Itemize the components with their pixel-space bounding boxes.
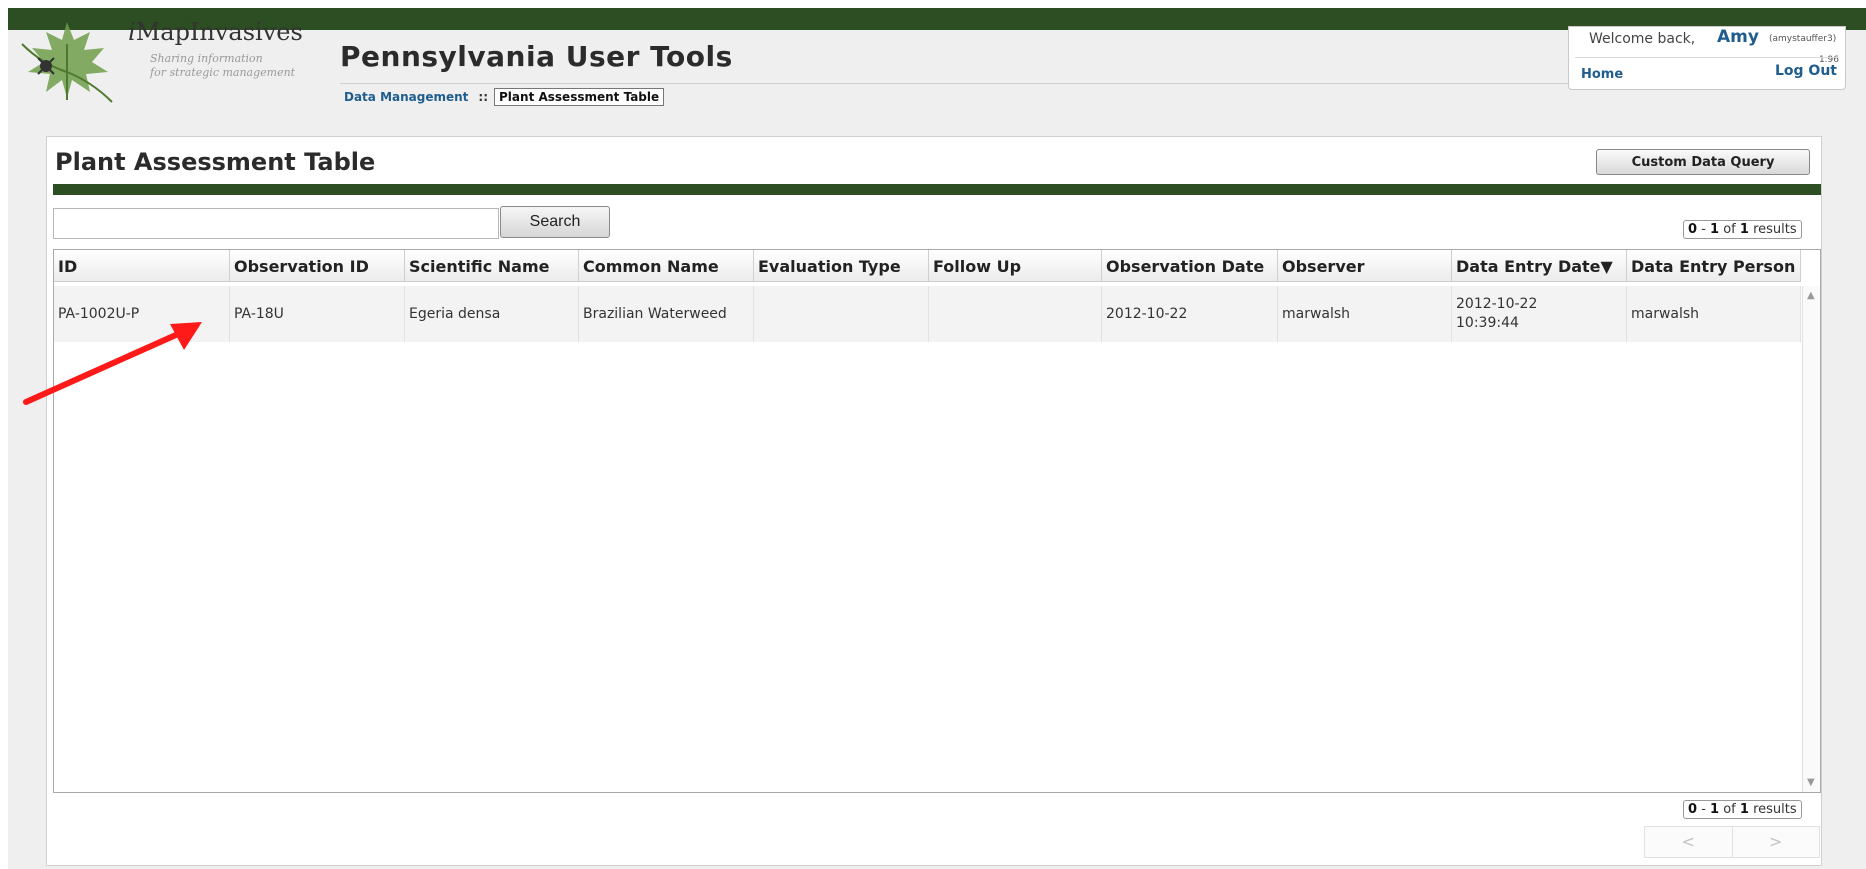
pager: < > [1644, 826, 1820, 858]
user-first-name: Amy [1717, 27, 1759, 47]
scroll-up-icon[interactable]: ▲ [1807, 290, 1815, 301]
home-link[interactable]: Home [1581, 67, 1623, 82]
page-title: Plant Assessment Table [55, 148, 376, 176]
red-arrow-annotation-icon [23, 322, 202, 405]
results-of: of [1723, 222, 1736, 237]
results-suffix: results [1753, 222, 1797, 237]
cell-data-entry-person: marwalsh [1627, 286, 1801, 342]
logo-name[interactable]: iMapInvasives [128, 18, 303, 46]
column-header-id[interactable]: ID [54, 250, 230, 282]
breadcrumb-data-management[interactable]: Data Management [344, 90, 468, 104]
grid-scrollbar[interactable]: ▲ ▼ [1802, 286, 1820, 792]
table-row[interactable]: PA-1002U-P PA-18U Egeria densa Brazilian… [54, 286, 1801, 342]
tagline-line1: Sharing information [150, 52, 263, 65]
results-count-top: 0 - 1 of 1 results [1683, 220, 1802, 239]
search-input[interactable] [53, 208, 499, 239]
results-end: 1 [1710, 802, 1720, 817]
results-dash: - [1701, 802, 1706, 817]
cell-evaluation-type [754, 286, 929, 342]
cell-follow-up [929, 286, 1102, 342]
column-header-scientific-name[interactable]: Scientific Name [405, 250, 579, 282]
custom-data-query-button[interactable]: Custom Data Query [1596, 149, 1810, 175]
results-of: of [1723, 802, 1736, 817]
column-header-common-name[interactable]: Common Name [579, 250, 754, 282]
column-header-follow-up[interactable]: Follow Up [929, 250, 1102, 282]
column-header-observation-id[interactable]: Observation ID [230, 250, 405, 282]
results-start: 0 [1688, 802, 1698, 817]
cell-observation-id[interactable]: PA-18U [230, 286, 405, 342]
breadcrumb-separator: :: [478, 90, 489, 104]
tagline-line2: for strategic management [150, 66, 296, 79]
cell-scientific-name: Egeria densa [405, 286, 579, 342]
cell-data-entry-date-day: 2012-10-22 [1456, 296, 1538, 312]
user-box-divider [1575, 57, 1839, 58]
tagline: Sharing information for strategic manage… [150, 52, 295, 80]
logo-name-rest: MapInvasives [135, 18, 303, 46]
breadcrumb: Data Management :: Plant Assessment Tabl… [344, 88, 665, 106]
cell-observation-date: 2012-10-22 [1102, 286, 1278, 342]
results-total: 1 [1739, 222, 1749, 237]
cell-common-name: Brazilian Waterweed [579, 286, 754, 342]
column-header-data-entry-date[interactable]: Data Entry Date▼ [1452, 250, 1627, 282]
logo-name-prefix: i [128, 18, 136, 46]
breadcrumb-current: Plant Assessment Table [494, 88, 665, 106]
results-suffix: results [1753, 802, 1797, 817]
user-box: Welcome back, Amy (amystauffer3) 1.96 Ho… [1568, 26, 1846, 90]
cell-data-entry-date-time: 10:39:44 [1456, 315, 1519, 331]
column-header-evaluation-type[interactable]: Evaluation Type [754, 250, 929, 282]
title-divider [340, 83, 1568, 84]
cell-observer: marwalsh [1278, 286, 1452, 342]
column-header-observation-date[interactable]: Observation Date [1102, 250, 1278, 282]
results-dash: - [1701, 222, 1706, 237]
search-button[interactable]: Search [500, 206, 610, 238]
panel-header-rule [53, 184, 1821, 195]
grid-header: ID Observation ID Scientific Name Common… [54, 250, 1801, 282]
maple-leaf-logo-icon [21, 22, 113, 103]
cell-data-entry-date: 2012-10-22 10:39:44 [1452, 286, 1627, 342]
user-username: (amystauffer3) [1769, 34, 1837, 44]
scroll-down-icon[interactable]: ▼ [1807, 777, 1815, 788]
results-end: 1 [1710, 222, 1720, 237]
next-page-button[interactable]: > [1733, 827, 1820, 857]
logout-link[interactable]: Log Out [1775, 63, 1837, 79]
data-grid: ID Observation ID Scientific Name Common… [53, 249, 1821, 793]
column-header-observer[interactable]: Observer [1278, 250, 1452, 282]
column-header-data-entry-person[interactable]: Data Entry Person [1627, 250, 1801, 282]
results-start: 0 [1688, 222, 1698, 237]
prev-page-button[interactable]: < [1645, 827, 1733, 857]
app-title: Pennsylvania User Tools [340, 40, 733, 73]
results-count-bottom: 0 - 1 of 1 results [1683, 800, 1802, 819]
results-total: 1 [1739, 802, 1749, 817]
welcome-text: Welcome back, [1589, 31, 1696, 47]
